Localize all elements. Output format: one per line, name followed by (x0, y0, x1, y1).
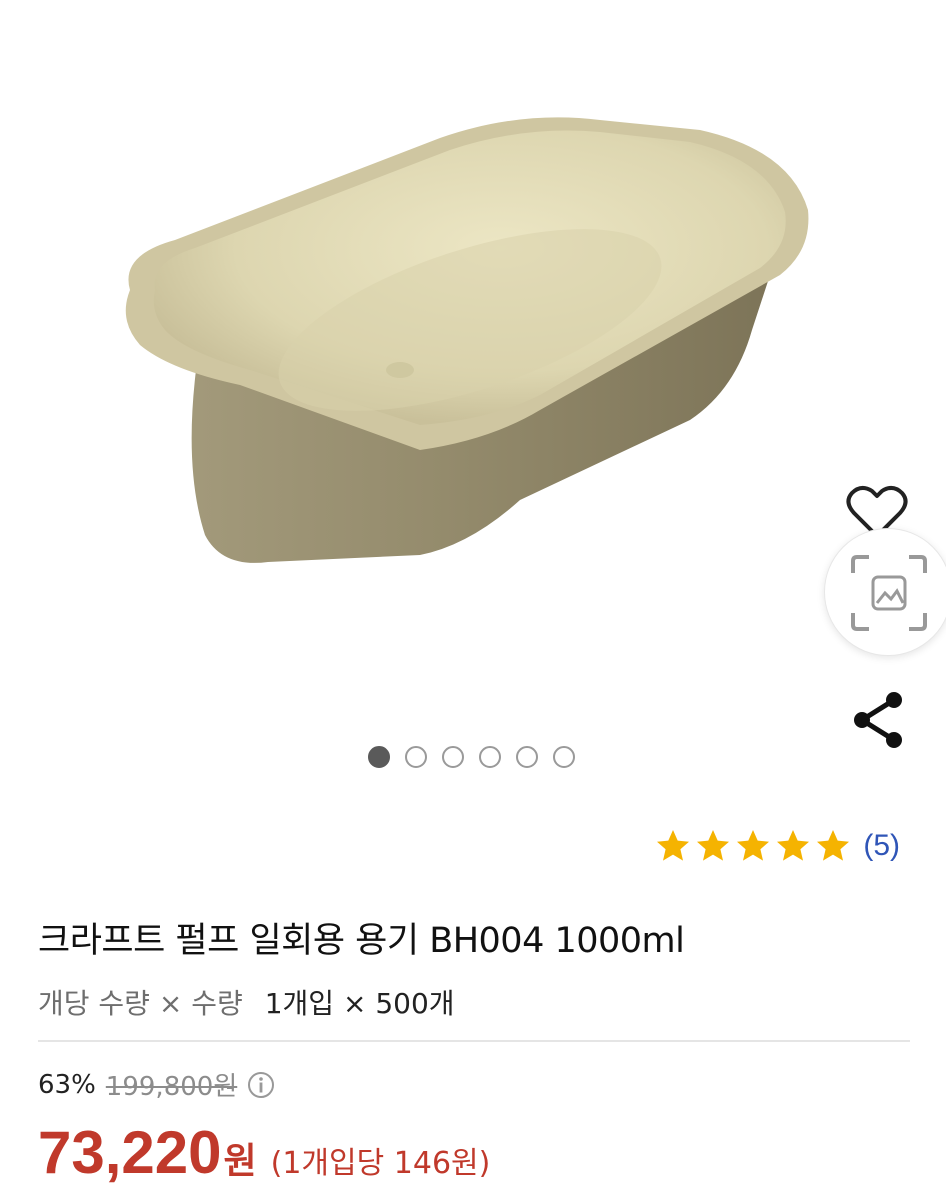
unit-price: (1개입당 146원) (270, 1146, 491, 1181)
product-gallery[interactable] (0, 0, 946, 800)
gallery-pagination (368, 746, 575, 770)
gallery-dot[interactable] (368, 746, 390, 768)
share-icon[interactable] (850, 690, 906, 750)
star-icon (697, 830, 730, 861)
original-price: 199,800원 (105, 1072, 238, 1102)
star-icon (657, 830, 690, 861)
rating[interactable]: (5) (655, 828, 900, 864)
gallery-dot[interactable] (553, 746, 575, 768)
sale-price-row: 73,220 원 (1개입당 146원) (38, 1118, 490, 1187)
quantity-info: 개당 수량 × 수량 1개입 × 500개 (38, 982, 455, 1022)
gallery-dot[interactable] (516, 746, 538, 768)
gallery-dot[interactable] (479, 746, 501, 768)
original-price-row: 63% 199,800원 (38, 1066, 275, 1103)
currency-label: 원 (223, 1141, 257, 1182)
review-count-link[interactable]: (5) (863, 829, 900, 863)
quantity-value: 1개입 × 500개 (264, 987, 455, 1020)
discount-rate: 63% (38, 1069, 96, 1100)
product-title: 크라프트 펄프 일회용 용기 BH004 1000ml (38, 921, 685, 961)
star-icon (777, 830, 810, 861)
gallery-dot[interactable] (442, 746, 464, 768)
star-icon (737, 830, 770, 861)
image-search-icon (851, 555, 927, 631)
image-search-button[interactable] (824, 528, 946, 656)
star-icon (817, 830, 850, 861)
sale-price: 73,220 (38, 1119, 222, 1186)
quantity-label: 개당 수량 × 수량 (38, 987, 243, 1020)
side-action-bar (806, 470, 946, 770)
product-image[interactable] (0, 0, 946, 730)
gallery-dot[interactable] (405, 746, 427, 768)
info-icon[interactable] (247, 1071, 275, 1099)
divider (38, 1040, 910, 1042)
